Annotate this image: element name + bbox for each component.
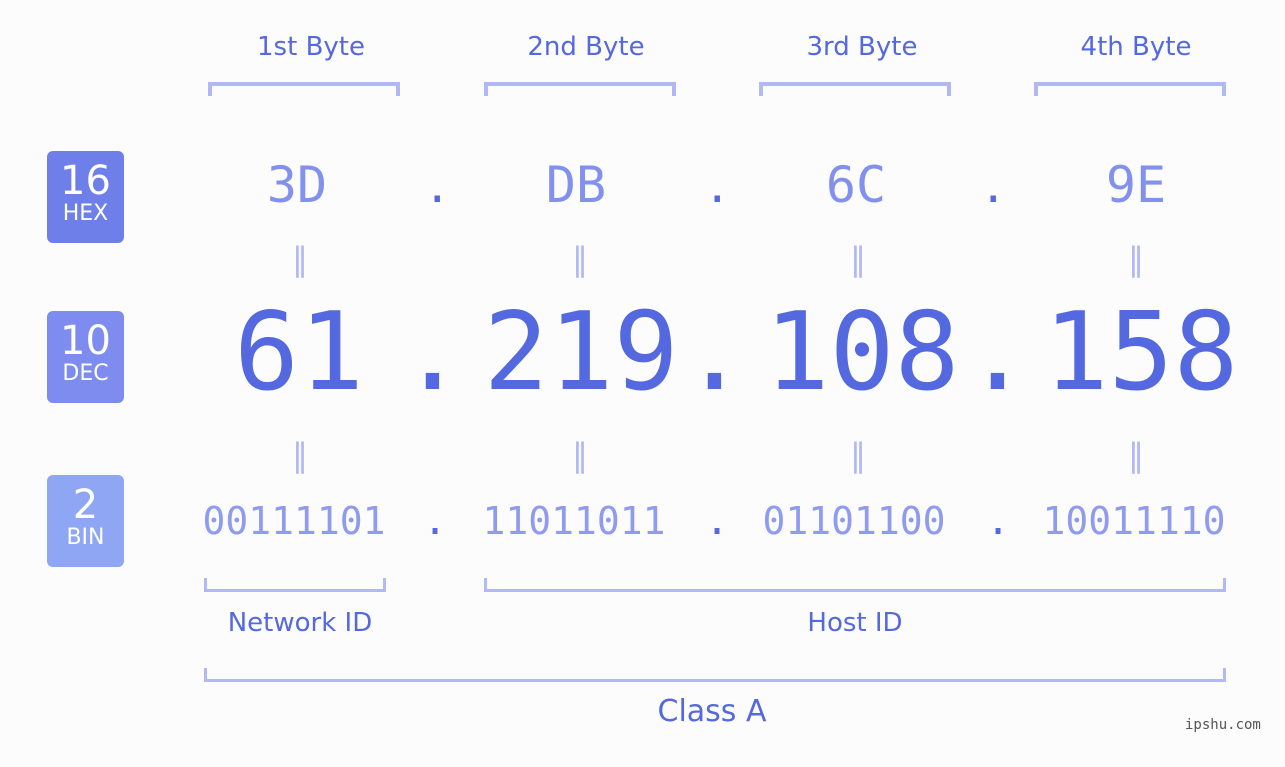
bin-badge: 2 BIN [47, 475, 124, 567]
bin-byte-2: 11011011 [482, 499, 666, 543]
host-id-label: Host ID [807, 608, 903, 638]
network-id-label: Network ID [227, 608, 373, 638]
dec-dot-1: . [400, 290, 466, 415]
header-byte-3: 3rd Byte [806, 32, 918, 62]
dec-byte-1: 61 [233, 290, 365, 415]
host-id-bracket [484, 578, 1226, 592]
dec-dot-2: . [682, 290, 748, 415]
dec-base-number: 10 [60, 318, 111, 364]
bin-dot-1: . [423, 498, 448, 544]
equals-dec-bin-3: ‖ [850, 436, 866, 474]
bin-dot-3: . [986, 498, 1011, 544]
hex-dot-3: . [980, 162, 1007, 213]
byte-1-bracket [208, 82, 400, 96]
header-byte-2: 2nd Byte [527, 32, 645, 62]
hex-base-number: 16 [60, 158, 111, 204]
equals-hex-dec-3: ‖ [850, 240, 866, 278]
hex-byte-1: 3D [266, 156, 328, 214]
header-byte-1: 1st Byte [257, 32, 365, 62]
bin-byte-3: 01101100 [762, 499, 946, 543]
byte-4-bracket [1034, 82, 1226, 96]
dec-byte-2: 219 [483, 290, 679, 415]
hex-byte-4: 9E [1105, 156, 1167, 214]
byte-3-bracket [759, 82, 951, 96]
bin-byte-4: 10011110 [1042, 499, 1226, 543]
equals-hex-dec-2: ‖ [572, 240, 588, 278]
hex-dot-2: . [704, 162, 731, 213]
hex-dot-1: . [424, 162, 451, 213]
dec-byte-3: 108 [764, 290, 960, 415]
header-byte-4: 4th Byte [1080, 32, 1192, 62]
dec-dot-3: . [965, 290, 1031, 415]
equals-dec-bin-4: ‖ [1128, 436, 1144, 474]
hex-byte-3: 6C [825, 156, 887, 214]
network-id-bracket [204, 578, 386, 592]
bin-base-number: 2 [72, 482, 99, 528]
dec-base-label: DEC [62, 361, 109, 386]
hex-base-label: HEX [62, 201, 109, 226]
equals-hex-dec-1: ‖ [292, 240, 308, 278]
equals-dec-bin-1: ‖ [292, 436, 308, 474]
equals-hex-dec-4: ‖ [1128, 240, 1144, 278]
bin-dot-2: . [705, 498, 730, 544]
hex-byte-2: DB [545, 156, 607, 214]
class-bracket [204, 668, 1226, 682]
hex-badge: 16 HEX [47, 151, 124, 243]
class-label: Class A [657, 694, 767, 729]
dec-badge: 10 DEC [47, 311, 124, 403]
bin-byte-1: 00111101 [202, 499, 386, 543]
equals-dec-bin-2: ‖ [572, 436, 588, 474]
bin-base-label: BIN [66, 525, 105, 550]
dec-byte-4: 158 [1043, 290, 1239, 415]
watermark: ipshu.com [1185, 717, 1261, 733]
byte-2-bracket [484, 82, 676, 96]
